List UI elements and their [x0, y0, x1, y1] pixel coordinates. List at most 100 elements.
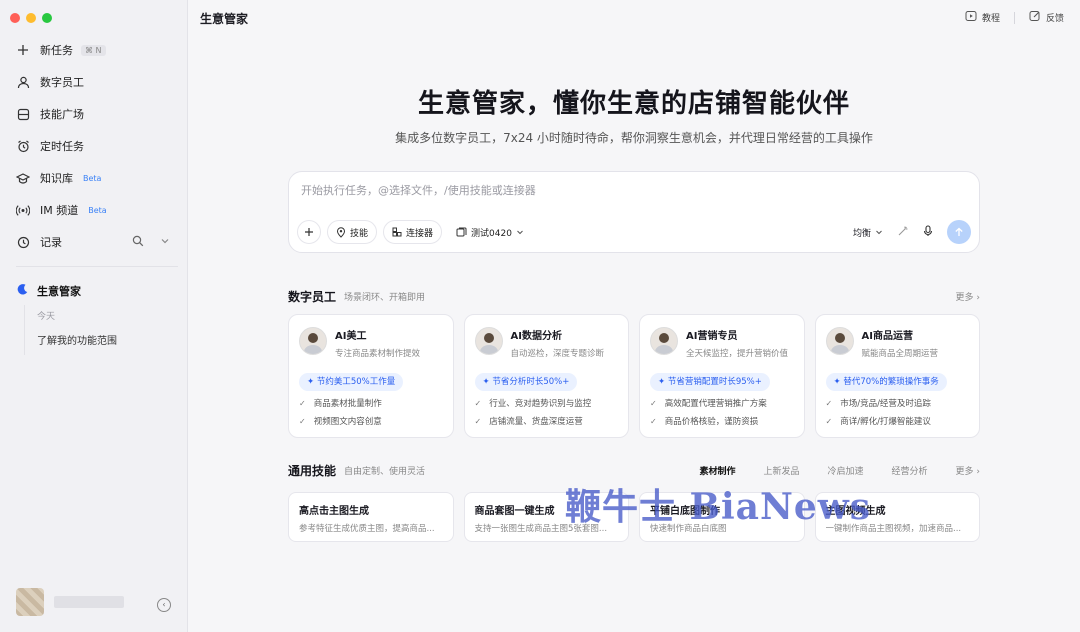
- benefit-badge: ✦ 替代70%的繁琐操作事务: [825, 373, 947, 391]
- check-icon: ✓: [299, 398, 306, 408]
- sidebar-item-knowledge-base[interactable]: 知识库 Beta: [10, 162, 178, 194]
- composer-right-tools: 均衡: [853, 220, 971, 244]
- sidebar-item-im-channel[interactable]: IM 频道 Beta: [10, 194, 178, 226]
- staff-desc: 专注商品素材制作提效: [335, 349, 421, 359]
- section-title: 通用技能: [288, 464, 337, 478]
- check-icon: ✓: [299, 416, 306, 426]
- new-task-label: 新任务: [40, 44, 73, 57]
- feature-item: ✓ 视频图文内容创意: [299, 415, 443, 428]
- person-icon: [16, 75, 30, 89]
- header-actions: 教程 反馈: [965, 10, 1064, 25]
- add-attachment-button[interactable]: [297, 220, 321, 244]
- tab-cold-start[interactable]: 冷启加速: [827, 464, 863, 477]
- arrow-up-icon: [955, 227, 963, 236]
- zoom-window-button[interactable]: [42, 13, 52, 23]
- feature-text: 高效配置代理营销推广方案: [664, 399, 767, 409]
- records-tools: [132, 235, 170, 250]
- minimize-window-button[interactable]: [26, 13, 36, 23]
- sidebar-item-skill-plaza[interactable]: 技能广场: [10, 98, 178, 130]
- skill-cards: 高点击主图生成 参考特征生成优质主图，提高商品... 商品套图一键生成 支持一张…: [288, 492, 980, 542]
- user-profile[interactable]: [16, 588, 124, 616]
- sidebar-item-records[interactable]: 记录: [10, 226, 178, 258]
- badge-text: 节省分析时长50%+: [492, 377, 570, 387]
- magic-wand-icon[interactable]: [897, 225, 909, 240]
- staff-card[interactable]: AI商品运营 赋能商品全周期运营 ✦ 替代70%的繁琐操作事务 ✓ 市场/竞品/经…: [814, 314, 980, 438]
- staff-card[interactable]: AI美工 专注商品素材制作提效 ✦ 节约美工50%工作量 ✓ 商品素材批量制作 ✓…: [288, 314, 454, 438]
- search-icon[interactable]: [132, 235, 144, 250]
- feature-item: ✓ 市场/竞品/经营及时追踪: [825, 397, 970, 410]
- skill-title: 平铺白底图制作: [650, 506, 720, 517]
- session-group-title: 生意管家: [37, 285, 81, 298]
- collapse-sidebar-button[interactable]: ‹: [157, 598, 171, 612]
- graduation-cap-icon: [16, 171, 30, 185]
- feature-item: ✓ 店铺流量、货盘深度运营: [474, 415, 619, 428]
- tab-business-analysis[interactable]: 经营分析: [892, 464, 928, 477]
- staff-name: AI商品运营: [861, 331, 913, 342]
- mode-selector[interactable]: 均衡: [853, 226, 883, 239]
- skill-label: 技能: [350, 228, 369, 239]
- more-link[interactable]: 更多 ›: [956, 290, 980, 303]
- sidebar-item-label: IM 频道: [40, 204, 79, 217]
- connector-button[interactable]: 连接器: [383, 220, 443, 244]
- plus-icon: [305, 228, 313, 236]
- copy-icon: [456, 227, 467, 237]
- hero-title: 生意管家，懂你生意的店铺智能伙伴: [417, 89, 850, 119]
- session-group-header[interactable]: 生意管家: [10, 277, 178, 305]
- digital-staff-cards: AI美工 专注商品素材制作提效 ✦ 节约美工50%工作量 ✓ 商品素材批量制作 ✓…: [288, 314, 980, 438]
- skill-desc: 快速制作商品白底图: [650, 524, 727, 534]
- staff-card[interactable]: AI数据分析 自动巡检，深度专题诊断 ✦ 节省分析时长50%+ ✓ 行业、竞对趋势…: [463, 314, 629, 438]
- chevron-down-icon: [876, 230, 882, 235]
- skill-title: 高点击主图生成: [299, 506, 369, 517]
- skill-card[interactable]: 高点击主图生成 参考特征生成优质主图，提高商品...: [288, 492, 454, 542]
- task-input[interactable]: [301, 184, 961, 197]
- skill-card[interactable]: 平铺白底图制作 快速制作商品白底图: [639, 492, 805, 542]
- hero-subtitle: 集成多位数字员工，7x24 小时随时待命，帮你洞察生意机会，并代理日常经营的工具…: [395, 131, 873, 145]
- staff-desc: 自动巡检，深度专题诊断: [510, 349, 605, 359]
- staff-desc: 赋能商品全周期运营: [861, 349, 939, 359]
- avatar: [825, 327, 854, 355]
- staff-name: AI营销专员: [686, 331, 738, 342]
- check-icon: ✓: [474, 416, 482, 426]
- staff-name: AI数据分析: [510, 331, 562, 342]
- sidebar-item-label: 知识库: [40, 172, 73, 185]
- session-item[interactable]: 了解我的功能范围: [37, 329, 178, 355]
- feature-text: 商品素材批量制作: [313, 399, 382, 409]
- header-separator: [1013, 11, 1015, 24]
- project-selector[interactable]: 测试0420: [448, 220, 532, 244]
- check-icon: ✓: [825, 398, 833, 408]
- skill-card[interactable]: 主图视频生成 一键制作商品主图视频，加速商品...: [814, 492, 980, 542]
- feature-text: 视频图文内容创意: [313, 417, 382, 427]
- shortcut-hint: ⌘ N: [81, 44, 106, 56]
- skill-button[interactable]: 技能: [327, 220, 378, 244]
- more-label: 更多: [955, 467, 974, 477]
- send-button[interactable]: [947, 220, 971, 244]
- avatar: [299, 327, 327, 355]
- sidebar-divider: [16, 266, 178, 267]
- sidebar-item-scheduled-tasks[interactable]: 定时任务: [10, 130, 178, 162]
- task-composer: 技能 连接器 测试0420 均衡: [288, 171, 980, 253]
- sidebar-nav: 新任务 ⌘ N 数字员工 技能广场 定时任务 知识库 Beta IM 频道 Be…: [10, 34, 178, 355]
- feature-item: ✓ 商详/孵化/打爆智能建议: [826, 415, 970, 428]
- play-icon: [965, 10, 977, 25]
- new-task-button[interactable]: 新任务 ⌘ N: [10, 34, 178, 66]
- clock-icon: [16, 235, 30, 249]
- plus-icon: [16, 43, 30, 57]
- feedback-button[interactable]: 反馈: [1029, 10, 1064, 25]
- section-desc: 自由定制、使用灵活: [344, 467, 426, 477]
- sidebar-item-digital-staff[interactable]: 数字员工: [10, 66, 178, 98]
- tutorial-button[interactable]: 教程: [965, 10, 1000, 25]
- microphone-icon[interactable]: [923, 224, 933, 240]
- more-link[interactable]: 更多 ›: [956, 464, 980, 477]
- close-window-button[interactable]: [10, 13, 20, 23]
- staff-card[interactable]: AI营销专员 全天候监控，提升营销价值 ✦ 节省营销配置时长95%+ ✓ 高效配置…: [639, 314, 805, 438]
- general-skills-header: 通用技能 自由定制、使用灵活 素材制作 上新发品 冷启加速 经营分析 更多 ›: [288, 462, 980, 479]
- tab-material[interactable]: 素材制作: [699, 464, 735, 477]
- benefit-badge: ✦ 节约美工50%工作量: [299, 373, 404, 391]
- user-name-blurred: [54, 596, 124, 608]
- tab-new-products[interactable]: 上新发品: [763, 464, 799, 477]
- more-label: 更多: [955, 293, 974, 303]
- feature-text: 行业、竞对趋势识别与监控: [489, 399, 592, 409]
- skill-card[interactable]: 商品套图一键生成 支持一张图生成商品主图5张套图...: [463, 492, 629, 542]
- chevron-down-icon[interactable]: [160, 235, 170, 250]
- badge-text: 替代70%的繁琐操作事务: [843, 377, 939, 387]
